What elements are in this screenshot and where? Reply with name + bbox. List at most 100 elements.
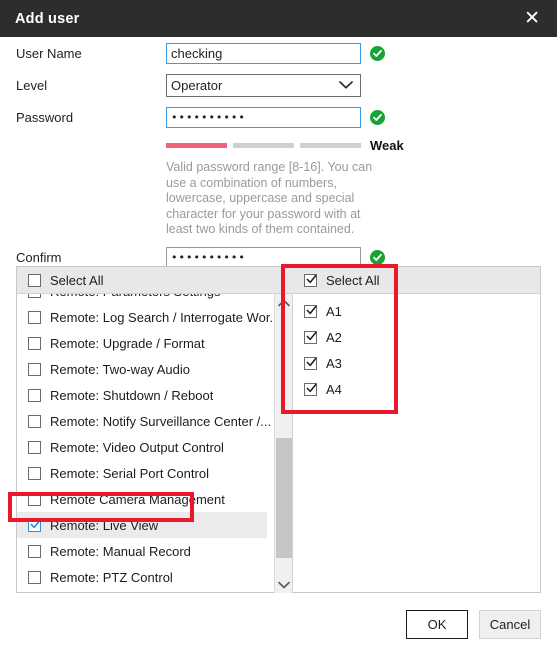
- level-row: Level Operator: [0, 69, 557, 101]
- select-all-cameras-row[interactable]: Select All: [293, 267, 540, 293]
- list-item[interactable]: Remote: Two-way Audio: [28, 356, 274, 382]
- confirm-label: Confirm: [16, 250, 62, 265]
- checkmark-icon: [30, 519, 41, 530]
- list-item[interactable]: Remote: Parameters Settings: [28, 294, 274, 304]
- strength-segment-2: [233, 142, 294, 148]
- list-item[interactable]: Remote: Notify Surveillance Center /...: [28, 408, 274, 434]
- username-control: [166, 42, 385, 64]
- permission-checkbox[interactable]: [28, 362, 41, 376]
- list-item-label: A2: [326, 329, 342, 345]
- password-input[interactable]: [166, 106, 361, 128]
- permission-checkbox[interactable]: [28, 336, 41, 350]
- camera-checkbox[interactable]: [304, 330, 317, 344]
- list-item[interactable]: Remote: Log Search / Interrogate Wor...: [28, 304, 274, 330]
- select-all-permissions-label: Select All: [50, 272, 104, 288]
- confirm-control: [166, 247, 385, 268]
- camera-list: A1 A2 A3 A4: [293, 294, 540, 593]
- permission-checkbox[interactable]: [28, 414, 41, 428]
- username-label: User Name: [16, 45, 82, 61]
- level-select[interactable]: Operator: [166, 73, 361, 97]
- select-all-permissions-row[interactable]: Select All: [17, 267, 293, 293]
- list-item-label: A4: [326, 381, 342, 397]
- permission-checkbox[interactable]: [28, 492, 41, 506]
- camera-checkbox[interactable]: [304, 356, 317, 370]
- level-control: Operator: [166, 73, 361, 97]
- list-item-label: Remote: Upgrade / Format: [50, 335, 205, 351]
- check-circle-icon: [370, 109, 385, 125]
- list-item[interactable]: Remote: Shutdown / Reboot: [28, 382, 274, 408]
- list-item-live-view[interactable]: Remote: Live View: [17, 512, 267, 538]
- permission-checkbox[interactable]: [28, 440, 41, 454]
- check-circle-icon: [370, 45, 385, 61]
- ok-button[interactable]: OK: [406, 610, 468, 639]
- username-row: User Name: [0, 37, 557, 69]
- strength-segment-3: [300, 142, 361, 148]
- checkmark-icon: [306, 331, 317, 342]
- chevron-down-icon[interactable]: [275, 576, 292, 593]
- list-item-label: Remote: Video Output Control: [50, 439, 224, 455]
- confirm-input[interactable]: [166, 247, 361, 268]
- level-label: Level: [16, 77, 48, 93]
- list-item-label: Remote: Log Search / Interrogate Wor...: [50, 309, 274, 325]
- permissions-scrollbar[interactable]: [274, 294, 292, 593]
- permissions-panel: Select All Select All Remote: Parameters…: [16, 266, 541, 593]
- permission-checkbox[interactable]: [28, 518, 41, 532]
- list-item[interactable]: Remote: Upgrade / Format: [28, 330, 274, 356]
- list-item-label: Remote: Shutdown / Reboot: [50, 387, 214, 403]
- permission-checkbox[interactable]: [28, 570, 41, 584]
- list-item-label: Remote: Parameters Settings: [50, 294, 221, 299]
- list-item-label: A1: [326, 303, 342, 319]
- camera-checkbox[interactable]: [304, 382, 317, 396]
- cancel-button[interactable]: Cancel: [479, 610, 541, 639]
- permissions-body: Remote: Parameters Settings Remote: Log …: [17, 294, 540, 593]
- list-item[interactable]: A1: [304, 298, 540, 324]
- dialog-body: User Name Level Operator Password: [0, 37, 557, 274]
- username-input[interactable]: [166, 42, 361, 64]
- list-item[interactable]: A3: [304, 350, 540, 376]
- permission-checkbox[interactable]: [28, 544, 41, 558]
- list-item[interactable]: Remote: Serial Port Control: [28, 460, 274, 486]
- checkmark-icon: [306, 274, 317, 285]
- chevron-up-icon[interactable]: [275, 294, 292, 311]
- select-all-cameras-checkbox[interactable]: [304, 273, 317, 287]
- check-circle-icon: [370, 250, 385, 265]
- list-item-label: Remote Camera Management: [50, 491, 225, 507]
- list-item[interactable]: Remote: Playback: [28, 590, 274, 593]
- list-item[interactable]: Remote: Manual Record: [28, 538, 274, 564]
- password-hint-text: Valid password range [8-16]. You can use…: [166, 160, 373, 236]
- dialog-footer: OK Cancel: [406, 610, 541, 639]
- password-strength-meter: Weak: [0, 134, 557, 156]
- list-item[interactable]: A2: [304, 324, 540, 350]
- list-item-label: Remote: Manual Record: [50, 543, 191, 559]
- permission-checkbox[interactable]: [28, 466, 41, 480]
- strength-label: Weak: [370, 137, 404, 153]
- checkmark-icon: [306, 305, 317, 316]
- permission-checkbox[interactable]: [28, 310, 41, 324]
- list-item-label: Remote: Serial Port Control: [50, 465, 209, 481]
- list-item[interactable]: A4: [304, 376, 540, 402]
- strength-segment-1: [166, 142, 227, 148]
- password-row: Password: [0, 101, 557, 133]
- page-title: Add user: [15, 10, 80, 27]
- permission-checkbox[interactable]: [28, 294, 41, 298]
- checkmark-icon: [306, 357, 317, 368]
- dialog-title-bar: Add user ✕: [0, 0, 557, 37]
- password-control: [166, 106, 385, 128]
- list-item[interactable]: Remote Camera Management: [28, 486, 274, 512]
- permissions-header: Select All Select All: [17, 267, 540, 294]
- list-item-label: Remote: Two-way Audio: [50, 361, 190, 377]
- permission-checkbox[interactable]: [28, 388, 41, 402]
- list-item[interactable]: Remote: Video Output Control: [28, 434, 274, 460]
- scrollbar-thumb[interactable]: [276, 438, 292, 558]
- password-label: Password: [16, 109, 74, 125]
- checkmark-icon: [306, 383, 317, 394]
- camera-checkbox[interactable]: [304, 304, 317, 318]
- list-item[interactable]: Remote: PTZ Control: [28, 564, 274, 590]
- list-item-label: Remote: Notify Surveillance Center /...: [50, 413, 272, 429]
- list-item-label: A3: [326, 355, 342, 371]
- select-all-cameras-label: Select All: [326, 272, 380, 288]
- select-all-permissions-checkbox[interactable]: [28, 273, 41, 287]
- permissions-list: Remote: Parameters Settings Remote: Log …: [17, 294, 274, 593]
- list-item-label: Remote: PTZ Control: [50, 569, 173, 585]
- close-icon[interactable]: ✕: [521, 7, 543, 30]
